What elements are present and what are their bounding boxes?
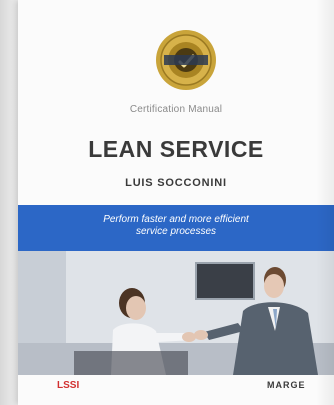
cover-photo [18, 251, 334, 375]
book-title: LEAN SERVICE [88, 136, 264, 162]
lssi-logo: LSSI [57, 380, 80, 391]
adjacent-page-edge [0, 0, 18, 405]
book-cover[interactable]: Certification Manual LEAN SERVICE LUIS S… [18, 0, 334, 405]
tagline-line-1: Perform faster and more efficient [103, 214, 249, 225]
marge-logo: MARGE [267, 380, 306, 390]
tagline-line-2: service processes [135, 226, 217, 237]
tagline: Perform faster and more efficient servic… [48, 214, 304, 238]
manual-label: Certification Manual [129, 104, 223, 115]
office-handshake-illustration [18, 251, 334, 375]
book-author: LUIS SOCCONINI [125, 177, 227, 189]
tagline-band: Perform faster and more efficient servic… [18, 205, 334, 251]
certification-seal-icon [156, 30, 216, 90]
publisher-logos: LSSI MARGE [18, 376, 334, 400]
cover-edge-shade [316, 0, 334, 405]
